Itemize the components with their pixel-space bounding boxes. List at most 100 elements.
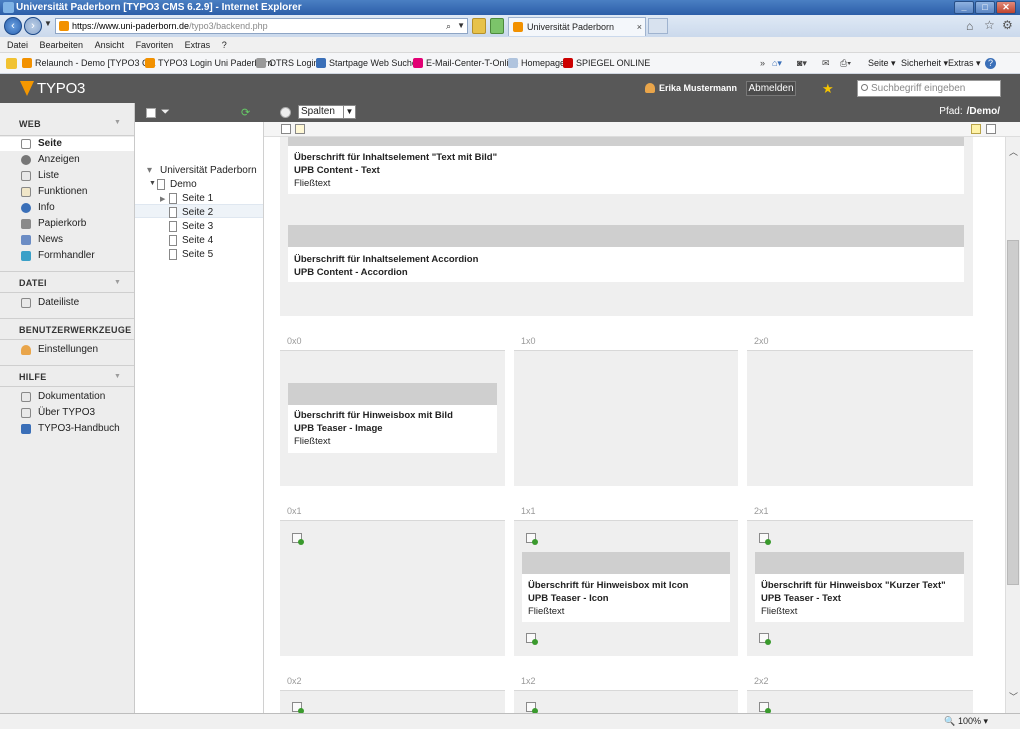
module-funktionen[interactable]: Funktionen [21, 186, 87, 198]
fav-relaunch[interactable]: Relaunch - Demo [TYPO3 C... [22, 53, 156, 74]
columns-select[interactable]: Spalten ▼ [298, 105, 356, 119]
module-papierkorb[interactable]: Papierkorb [21, 218, 86, 230]
sicherheit-menu[interactable]: Sicherheit ▾ [901, 53, 948, 74]
tree-page-4[interactable]: Seite 4 [169, 235, 213, 247]
collapse-icon[interactable]: ▼ [114, 373, 121, 380]
home-icon[interactable]: ⌂ [966, 19, 973, 33]
tree-page-2[interactable]: Seite 2 [169, 207, 213, 219]
tab-close-icon[interactable]: × [637, 18, 642, 36]
new-page-icon[interactable] [146, 108, 156, 118]
module-liste[interactable]: Liste [21, 170, 59, 182]
fav-homepage[interactable]: Homepage [508, 53, 565, 74]
add-content-icon[interactable] [526, 702, 538, 713]
logout-button[interactable]: Abmelden [746, 81, 796, 96]
menu-extras[interactable]: Extras [185, 40, 211, 50]
section-hilfe[interactable]: HILFE [19, 372, 47, 382]
page-edit-icon[interactable] [295, 124, 305, 134]
menu-bearbeiten[interactable]: Bearbeiten [40, 40, 84, 50]
favorites-star-icon[interactable]: ☆ [984, 18, 995, 32]
page-view-icon[interactable] [281, 124, 291, 134]
content-scrollbar[interactable]: ︿ ﹀ [1005, 137, 1020, 713]
fav-otrs[interactable]: OTRS Login [256, 53, 319, 74]
minimize-button[interactable]: _ [954, 1, 974, 14]
module-dokumentation[interactable]: Dokumentation [21, 391, 105, 403]
add-content-icon[interactable] [759, 633, 771, 645]
feeds-icon[interactable]: ◙▾ [797, 53, 807, 74]
tree-page-3[interactable]: Seite 3 [169, 221, 213, 233]
fav-typo3-login[interactable]: TYPO3 Login Uni Paderborn [145, 53, 273, 74]
back-button[interactable]: ‹ [4, 17, 22, 35]
maximize-button[interactable]: □ [975, 1, 995, 14]
scroll-down-icon[interactable]: ﹀ [1009, 690, 1018, 703]
mail-icon[interactable]: ✉ [822, 53, 830, 74]
module-typo3-handbuch[interactable]: TYPO3-Handbuch [21, 423, 120, 435]
add-content-icon[interactable] [526, 533, 538, 545]
history-dropdown-icon[interactable]: ▼ [44, 19, 52, 28]
address-bar[interactable]: https://www.uni-paderborn.de/typo3/backe… [55, 18, 468, 34]
scrollbar-thumb[interactable] [1007, 240, 1019, 585]
new-record-icon[interactable] [986, 124, 996, 134]
module-dateiliste[interactable]: Dateiliste [21, 297, 79, 309]
module-anzeigen[interactable]: Anzeigen [21, 154, 80, 166]
fav-startpage[interactable]: Startpage Web Suchen [316, 53, 422, 74]
backend-search-input[interactable]: Suchbegriff eingeben [857, 80, 1001, 97]
home-toolbar-icon[interactable]: ⌂▾ [772, 53, 782, 74]
expand-icon[interactable]: ▼ [149, 180, 156, 187]
menu-datei[interactable]: Datei [7, 40, 28, 50]
scroll-up-icon[interactable]: ︿ [1009, 145, 1018, 158]
module-einstellungen[interactable]: Einstellungen [21, 344, 98, 356]
section-benutzerwerkzeuge[interactable]: BENUTZERWERKZEUGE [19, 325, 131, 335]
teaser-text-element[interactable]: Überschrift für Hinweisbox "Kurzer Text"… [755, 552, 964, 622]
tree-page-5[interactable]: Seite 5 [169, 249, 213, 261]
menu-favoriten[interactable]: Favoriten [136, 40, 174, 50]
extras-menu[interactable]: Extras ▾ [948, 53, 981, 74]
collapse-icon[interactable]: ▼ [114, 119, 121, 126]
search-icon[interactable]: ⌕ [446, 19, 451, 33]
new-tab-button[interactable] [648, 18, 668, 34]
page-info-icon[interactable] [971, 124, 981, 134]
tree-root[interactable]: ▾ Universität Paderborn [147, 165, 257, 177]
expand-icon[interactable]: ▶ [160, 195, 165, 203]
bookmark-star-icon[interactable]: ★ [822, 81, 834, 97]
user-name[interactable]: Erika Mustermann [644, 83, 737, 93]
fav-spiegel[interactable]: SPIEGEL ONLINE [563, 53, 650, 74]
more-chevron-icon[interactable]: » [760, 53, 765, 74]
content-element-accordion[interactable]: Überschrift für Inhaltselement Accordion… [288, 225, 964, 282]
help-icon[interactable]: ? [985, 58, 996, 69]
compat-icon[interactable] [490, 18, 504, 34]
add-content-icon[interactable] [292, 702, 304, 713]
refresh-icon[interactable]: ⟳ [241, 106, 250, 119]
module-seite[interactable]: Seite [21, 138, 62, 150]
close-button[interactable]: ✕ [996, 1, 1016, 14]
tree-page-1[interactable]: Seite 1 [169, 193, 213, 205]
teaser-icon-element[interactable]: Überschrift für Hinweisbox mit Icon UPB … [522, 552, 730, 622]
section-web[interactable]: WEB [19, 119, 41, 129]
section-datei[interactable]: DATEI [19, 278, 47, 288]
address-dropdown-icon[interactable]: ▼ [457, 19, 465, 33]
forward-button[interactable]: › [24, 17, 42, 35]
content-element-text-image[interactable]: Überschrift für Inhaltselement "Text mit… [288, 137, 964, 194]
fav-email-center[interactable]: E-Mail-Center-T-Online [413, 53, 519, 74]
collapse-icon[interactable]: ▼ [114, 279, 121, 286]
module-info[interactable]: Info [21, 202, 55, 214]
tree-demo[interactable]: Demo [157, 179, 197, 191]
gear-icon[interactable]: ⚙ [1002, 18, 1013, 32]
add-content-icon[interactable] [759, 533, 771, 545]
browser-tab[interactable]: Universität Paderborn [TYPO... × [508, 17, 646, 50]
module-ueber-typo3[interactable]: Über TYPO3 [21, 407, 95, 419]
favorites-icon[interactable] [6, 58, 17, 69]
teaser-image-element[interactable]: Überschrift für Hinweisbox mit Bild UPB … [288, 383, 497, 453]
menu-help[interactable]: ? [222, 40, 227, 50]
module-news[interactable]: News [21, 234, 63, 246]
module-formhandler[interactable]: Formhandler [21, 250, 95, 262]
zoom-level[interactable]: 🔍 100% ▾ [944, 714, 988, 729]
menu-ansicht[interactable]: Ansicht [95, 40, 125, 50]
filter-icon[interactable]: ⏷ [161, 106, 170, 119]
print-icon[interactable]: ⎙▾ [840, 53, 851, 74]
add-content-icon[interactable] [292, 533, 304, 545]
add-content-icon[interactable] [759, 702, 771, 713]
view-icon[interactable] [280, 107, 291, 118]
lock-icon[interactable] [472, 18, 486, 34]
seite-menu[interactable]: Seite ▾ [868, 53, 896, 74]
add-content-icon[interactable] [526, 633, 538, 645]
